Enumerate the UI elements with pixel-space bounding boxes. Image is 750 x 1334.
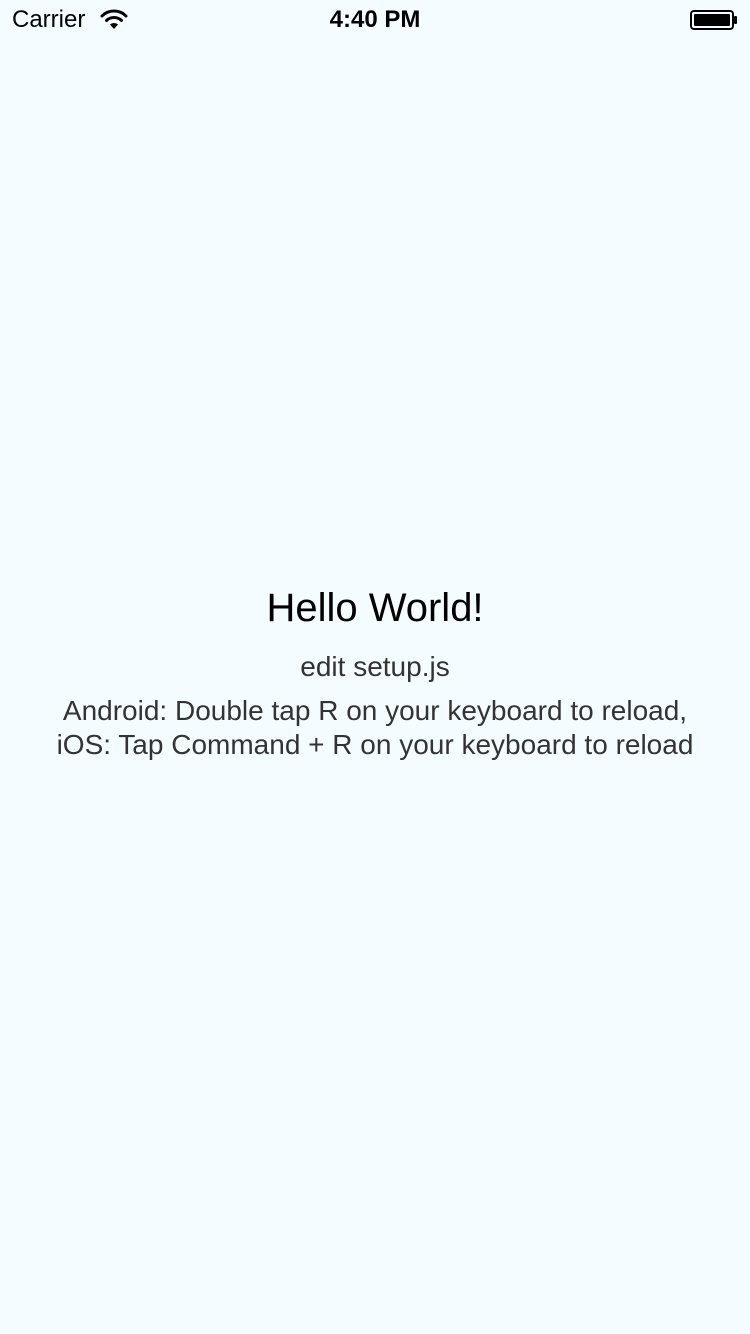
- status-time: 4:40 PM: [329, 6, 421, 33]
- reload-instructions-android: Android: Double tap R on your keyboard t…: [62, 695, 688, 726]
- reload-instructions-ios: iOS: Tap Command + R on your keyboard to…: [56, 729, 694, 760]
- battery-icon: [690, 10, 737, 30]
- setup-instructions: edit setup.js: [300, 651, 450, 682]
- main-content: Hello World! edit setup.js Android: Doub…: [0, 584, 750, 762]
- welcome-text: Hello World!: [266, 586, 484, 630]
- status-bar: Carrier 4:40 PM: [0, 0, 750, 40]
- reload-instructions: Android: Double tap R on your keyboard t…: [0, 694, 750, 762]
